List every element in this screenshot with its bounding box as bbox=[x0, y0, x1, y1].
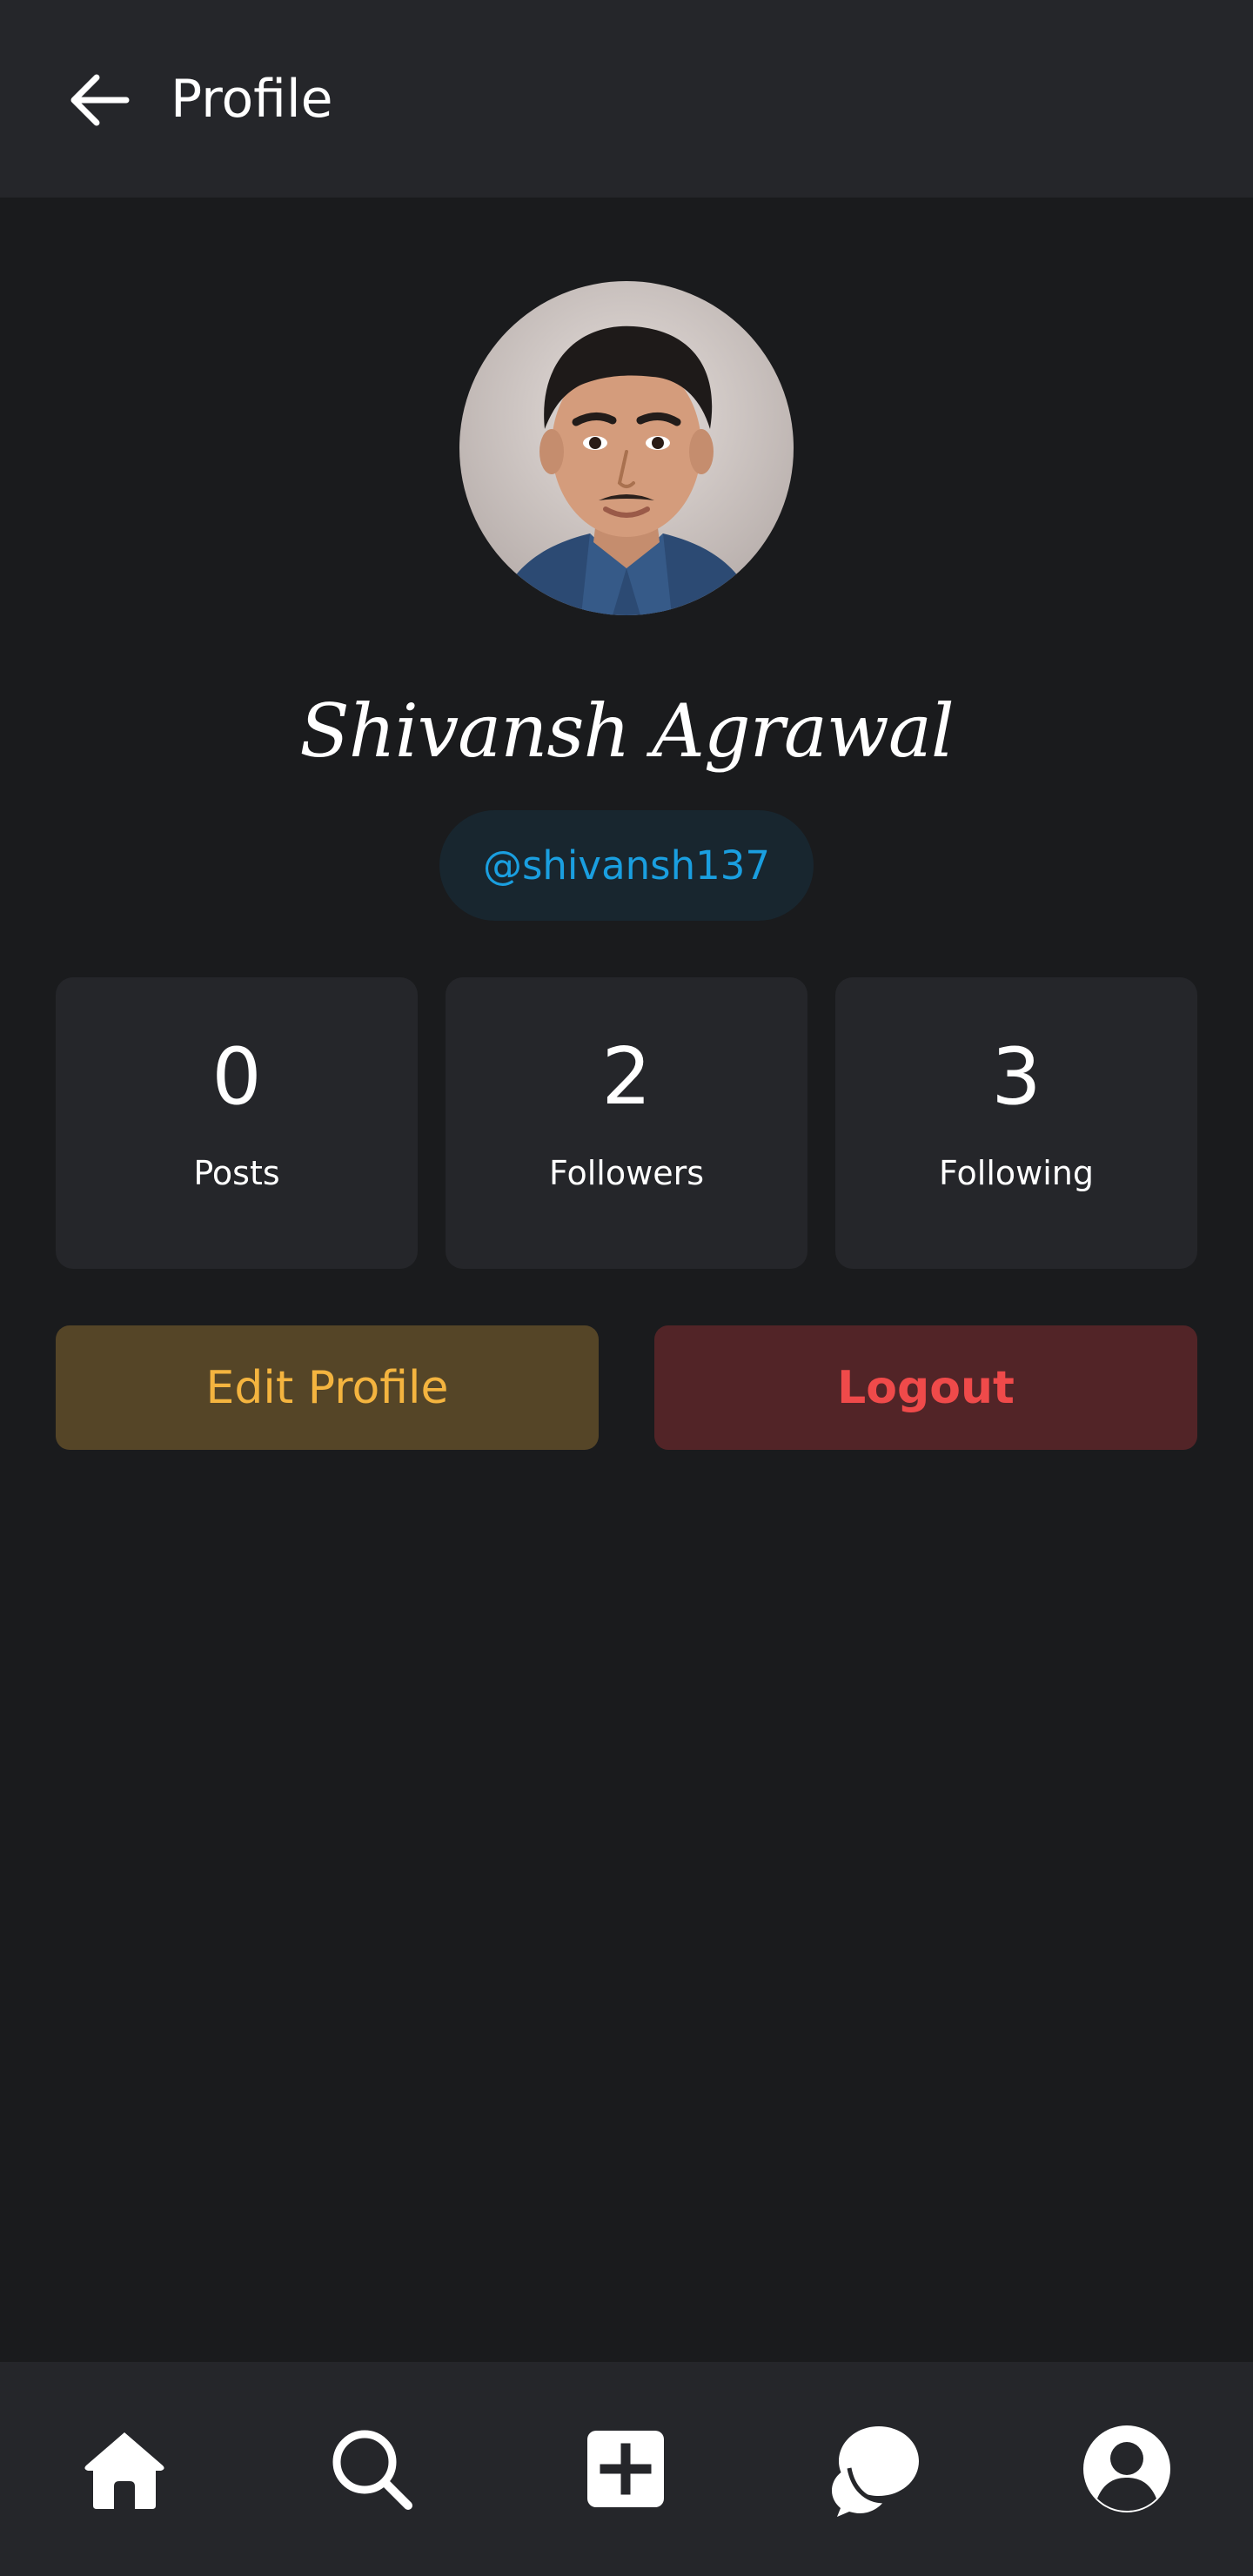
nav-chat[interactable] bbox=[827, 2421, 922, 2517]
stat-value-posts: 0 bbox=[211, 1031, 262, 1123]
username-badge: @shivansh137 bbox=[439, 810, 814, 921]
chat-icon bbox=[832, 2426, 919, 2517]
stat-value-followers: 2 bbox=[601, 1031, 652, 1123]
nav-search[interactable] bbox=[324, 2421, 419, 2517]
stat-card-followers[interactable]: 2 Followers bbox=[446, 977, 807, 1269]
home-icon bbox=[84, 2432, 164, 2509]
avatar-image bbox=[459, 281, 794, 615]
stat-label-following: Following bbox=[939, 1154, 1094, 1192]
page-title: Profile bbox=[171, 69, 333, 130]
stat-card-following[interactable]: 3 Following bbox=[835, 977, 1197, 1269]
nav-home[interactable] bbox=[77, 2421, 172, 2517]
username-handle: @shivansh137 bbox=[482, 842, 771, 889]
arrow-left-icon bbox=[70, 74, 130, 126]
stat-label-followers: Followers bbox=[549, 1154, 704, 1192]
profile-icon bbox=[1083, 2425, 1170, 2512]
stat-card-posts[interactable]: 0 Posts bbox=[56, 977, 418, 1269]
back-button[interactable] bbox=[63, 66, 134, 134]
nav-add-post[interactable] bbox=[578, 2421, 673, 2517]
profile-screen: Profile Shivansh Agrawal @shivansh137 0 … bbox=[0, 0, 1253, 2576]
search-icon bbox=[332, 2430, 412, 2510]
avatar[interactable] bbox=[459, 281, 794, 615]
profile-display-name: Shivansh Agrawal bbox=[299, 688, 955, 774]
nav-profile[interactable] bbox=[1079, 2421, 1175, 2517]
stat-value-following: 3 bbox=[991, 1031, 1042, 1123]
add-post-icon bbox=[587, 2431, 664, 2507]
logout-button[interactable]: Logout bbox=[654, 1325, 1197, 1450]
edit-profile-button[interactable]: Edit Profile bbox=[56, 1325, 599, 1450]
stat-label-posts: Posts bbox=[193, 1154, 280, 1192]
top-app-bar: Profile bbox=[0, 0, 1253, 198]
